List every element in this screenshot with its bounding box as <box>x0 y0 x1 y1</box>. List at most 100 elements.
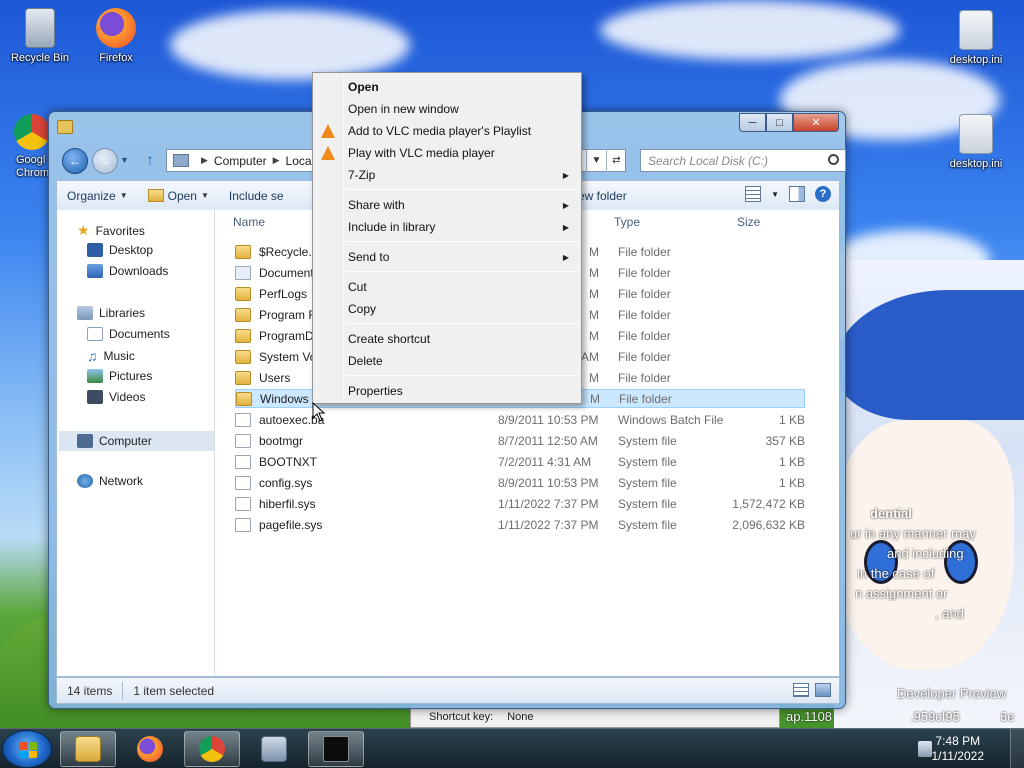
organize-button[interactable]: Organize ▼ <box>57 189 138 203</box>
nav-item-documents[interactable]: Documents <box>87 327 170 341</box>
music-icon: ♫ <box>87 348 98 364</box>
menu-item-open[interactable]: Open <box>315 76 579 98</box>
folder-icon <box>235 307 251 322</box>
breadcrumb-local-disk[interactable]: Local <box>286 154 315 168</box>
menu-separator <box>345 271 579 272</box>
column-header-size[interactable]: Size <box>737 215 760 229</box>
folder-icon <box>235 328 251 343</box>
minimize-button[interactable]: ─ <box>739 113 766 132</box>
taskbar-firefox[interactable] <box>122 731 178 767</box>
nav-label: Desktop <box>109 243 154 257</box>
vlc-icon <box>321 124 335 138</box>
item-count: 14 items <box>67 683 113 698</box>
refresh-icon[interactable]: ⇄ <box>606 149 626 172</box>
nav-item-videos[interactable]: Videos <box>87 390 145 404</box>
chevron-right-icon[interactable]: ▶ <box>201 155 208 166</box>
menu-item-create-shortcut[interactable]: Create shortcut <box>315 328 579 350</box>
menu-item-send-to[interactable]: Send to ▶ <box>315 246 579 268</box>
menu-item-7zip[interactable]: 7-Zip ▶ <box>315 164 579 186</box>
nav-label: Pictures <box>109 369 153 383</box>
breadcrumb-computer[interactable]: Computer <box>214 154 267 168</box>
chevron-right-icon[interactable]: ▶ <box>273 155 280 166</box>
nav-label: Videos <box>109 390 146 404</box>
menu-item-vlc-playlist[interactable]: Add to VLC media player's Playlist <box>315 120 579 142</box>
menu-item-cut[interactable]: Cut <box>315 276 579 298</box>
forward-button[interactable]: → <box>92 148 118 174</box>
desktop-icon-desktop-ini[interactable]: desktop.ini <box>940 10 1012 66</box>
overlay-text: and including <box>887 546 964 561</box>
tray-network-icon[interactable] <box>918 741 932 757</box>
large-icons-view-icon[interactable] <box>815 683 831 697</box>
menu-item-properties[interactable]: Properties <box>315 380 579 402</box>
list-item[interactable]: pagefile.sys 1/11/2022 7:37 PM System file… <box>235 515 805 534</box>
command-prompt-icon <box>323 736 349 762</box>
menu-item-share-with[interactable]: Share with ▶ <box>315 194 579 216</box>
nav-item-music[interactable]: ♫ Music <box>87 348 135 364</box>
chrome-icon <box>14 114 48 150</box>
menu-item-include-in-library[interactable]: Include in library ▶ <box>315 216 579 238</box>
start-button[interactable] <box>2 730 52 768</box>
list-item[interactable]: bootmgr 8/7/2011 12:50 AM System file 357 K… <box>235 431 805 450</box>
nav-item-downloads[interactable]: Downloads <box>87 264 168 278</box>
recent-pages-dropdown[interactable]: ▼ <box>120 155 129 165</box>
include-in-library-button[interactable]: Include se <box>219 189 294 203</box>
windows-logo-icon <box>19 742 37 758</box>
column-header-type[interactable]: Type <box>614 215 640 229</box>
taskbar-command-prompt[interactable] <box>308 731 364 767</box>
menu-item-open-new-window[interactable]: Open in new window <box>315 98 579 120</box>
taskbar-chrome[interactable] <box>184 731 240 767</box>
overlay-text: , and <box>935 606 964 621</box>
taskbar-clock[interactable]: 7:48 PM 1/11/2022 <box>932 734 985 764</box>
help-icon[interactable]: ? <box>815 186 831 202</box>
chevron-down-icon: ▼ <box>200 191 209 200</box>
desktop-icon-recycle-bin[interactable]: Recycle Bin <box>4 8 76 64</box>
list-item[interactable]: config.sys 8/9/2011 10:53 PM System file 1 … <box>235 473 805 492</box>
chevron-down-icon: ▼ <box>119 191 128 200</box>
details-view-icon[interactable] <box>793 683 809 697</box>
shortcut-icon <box>235 265 251 280</box>
clock-time: 7:48 PM <box>935 734 981 748</box>
preview-pane-icon[interactable] <box>789 186 805 202</box>
up-button[interactable]: ↑ <box>146 152 154 170</box>
search-icon[interactable] <box>828 154 839 165</box>
context-menu: Open Open in new window Add to VLC media… <box>312 72 582 404</box>
nav-item-computer[interactable]: Computer <box>59 431 214 451</box>
close-button[interactable]: ✕ <box>793 113 839 132</box>
open-button[interactable]: Open ▼ <box>138 189 219 203</box>
back-button[interactable]: ← <box>62 148 88 174</box>
taskbar-network-app[interactable] <box>246 731 302 767</box>
list-item[interactable]: hiberfil.sys 1/11/2022 7:37 PM System file… <box>235 494 805 513</box>
firefox-icon <box>96 8 136 48</box>
nav-item-pictures[interactable]: Pictures <box>87 369 152 383</box>
libraries-icon <box>77 306 93 320</box>
column-header-name[interactable]: Name <box>233 215 265 229</box>
include-label: Include se <box>228 188 284 203</box>
desktop-icon-label: Recycle Bin <box>10 52 70 64</box>
menu-separator <box>345 241 579 242</box>
list-item[interactable]: BOOTNXT 7/2/2011 4:31 AM System file 1 KB <box>235 452 805 471</box>
view-list-icon[interactable] <box>745 186 762 202</box>
desktop-icon-desktop-ini[interactable]: desktop.ini <box>940 114 1012 170</box>
menu-item-copy[interactable]: Copy <box>315 298 579 320</box>
taskbar-explorer[interactable] <box>60 731 116 767</box>
chevron-down-icon[interactable]: ▼ <box>771 190 779 199</box>
selection-count: 1 item selected <box>133 683 215 698</box>
search-input[interactable]: Search Local Disk (C:) <box>640 149 846 172</box>
desktop-icon-firefox[interactable]: Firefox <box>80 8 152 64</box>
nav-item-favorites[interactable]: ★ Favorites <box>77 222 145 239</box>
clock-date: 1/11/2022 <box>931 749 985 763</box>
nav-item-libraries[interactable]: Libraries <box>77 306 145 320</box>
desktop-icon-label: desktop.ini <box>949 54 1003 66</box>
nav-item-desktop[interactable]: Desktop <box>87 243 153 257</box>
desktop-icon-label: desktop.ini <box>949 158 1003 170</box>
videos-icon <box>87 390 103 404</box>
show-desktop-button[interactable] <box>1010 729 1024 768</box>
nav-item-network[interactable]: Network <box>77 474 143 488</box>
menu-item-delete[interactable]: Delete <box>315 350 579 372</box>
maximize-button[interactable]: □ <box>766 113 793 132</box>
menu-item-vlc-play[interactable]: Play with VLC media player <box>315 142 579 164</box>
menu-separator <box>345 375 579 376</box>
overlay-text: 6e <box>1000 709 1015 724</box>
desktop-icon-chrome[interactable]: Googl Chrom <box>0 114 48 180</box>
address-history-dropdown[interactable]: ▼ <box>586 149 606 172</box>
